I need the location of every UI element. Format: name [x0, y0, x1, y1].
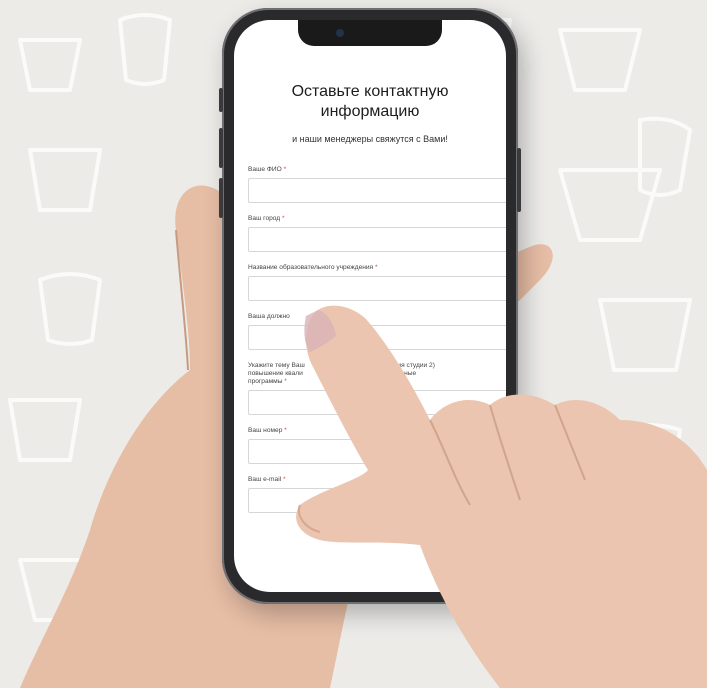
- field-label: Название образовательного учреждения *: [248, 264, 378, 271]
- city-input[interactable]: [249, 228, 506, 251]
- field-label: Ваша должно: [248, 313, 290, 320]
- field-label: Укажите тему Ваш 1) организация студии 2…: [248, 362, 435, 385]
- phone-frame: Оставьте контактную информацию и наши ме…: [219, 8, 521, 604]
- volume-down-button: [219, 178, 223, 218]
- field-phone: Ваш номер *: [248, 427, 506, 464]
- form-subtitle: и наши менеджеры свяжутся с Вами!: [292, 134, 448, 144]
- contact-form: Оставьте контактную информацию и наши ме…: [248, 82, 506, 525]
- topic-input[interactable]: [249, 391, 506, 414]
- field-position: Ваша должно: [248, 313, 506, 350]
- field-label: Ваш номер *: [248, 427, 287, 434]
- field-institution: Название образовательного учреждения *: [248, 264, 506, 301]
- field-label: Ваш город *: [248, 215, 285, 222]
- field-email: Ваш e-mail *: [248, 476, 506, 513]
- form-title-line2: информацию: [320, 103, 420, 120]
- power-button: [517, 148, 521, 212]
- full-name-input[interactable]: [249, 179, 506, 202]
- form-title-line1: Оставьте контактную: [291, 83, 449, 100]
- email-input[interactable]: [249, 489, 506, 512]
- field-city: Ваш город *: [248, 215, 506, 252]
- notch: [298, 20, 442, 46]
- volume-up-button: [219, 128, 223, 168]
- field-label: Ваше ФИО *: [248, 166, 287, 173]
- phone-screen: Оставьте контактную информацию и наши ме…: [234, 20, 506, 592]
- phone-input[interactable]: [249, 440, 506, 463]
- field-label: Ваш e-mail *: [248, 476, 286, 483]
- silent-switch: [219, 88, 223, 112]
- position-input[interactable]: [249, 326, 506, 349]
- field-topic: Укажите тему Ваш 1) организация студии 2…: [248, 362, 506, 415]
- camera-icon: [336, 29, 344, 37]
- institution-input[interactable]: [249, 277, 506, 300]
- field-full-name: Ваше ФИО *: [248, 166, 506, 203]
- form-title: Оставьте контактную информацию: [248, 82, 506, 122]
